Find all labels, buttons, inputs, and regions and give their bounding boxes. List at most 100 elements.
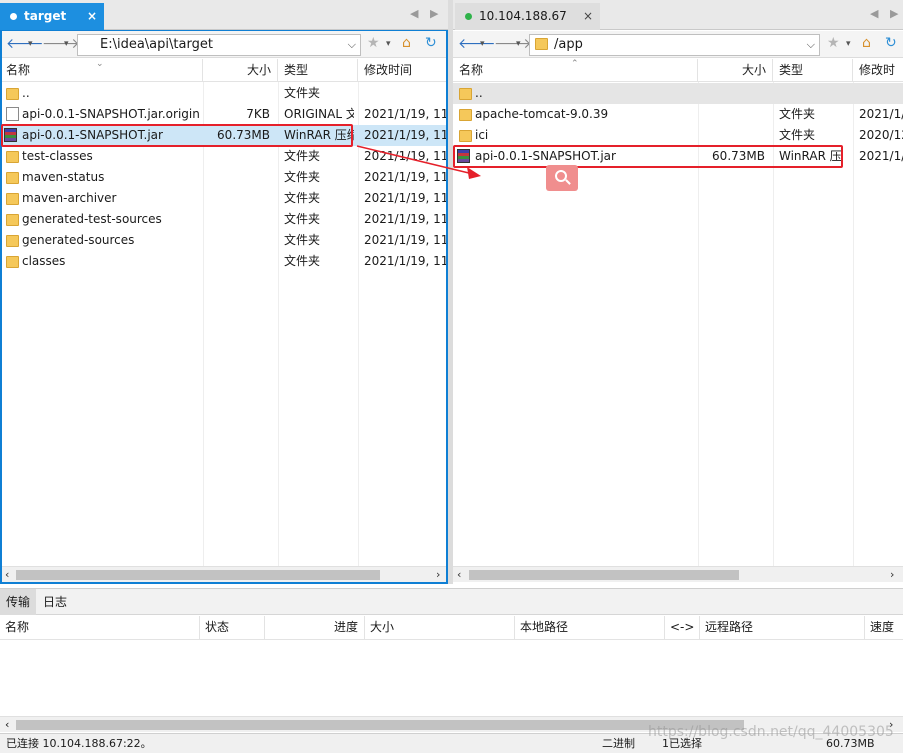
left-tab-target[interactable]: target × [0, 3, 104, 30]
file-type: 文件夹 [284, 254, 321, 268]
tab-scroll-right-icon[interactable]: ▶ [890, 7, 898, 20]
column-direction[interactable]: <-> [665, 616, 700, 639]
chevron-down-icon[interactable]: ⌵ [807, 35, 815, 55]
forward-dropdown-icon[interactable]: ▾ [64, 39, 69, 49]
tab-log[interactable]: 日志 [37, 589, 73, 615]
bookmark-dropdown-icon[interactable]: ▾ [846, 39, 851, 49]
right-tab-label: 10.104.188.67 [479, 9, 567, 23]
column-local-path[interactable]: 本地路径 [515, 616, 665, 639]
file-row[interactable]: .. 文件夹 [0, 83, 446, 104]
column-size[interactable]: 大小 [203, 59, 278, 81]
file-name: maven-status [22, 170, 105, 184]
column-name[interactable]: 名称 [0, 616, 200, 639]
watermark: https://blog.csdn.net/qq_44005305 [648, 724, 894, 740]
file-name: .. [22, 86, 30, 100]
file-modified: 2021/1/19, 11: [364, 191, 446, 205]
file-modified: 2021/1/19, 11: [364, 254, 446, 268]
left-toolbar: 🡐 ▾ 🡒 ▾ E:\idea\api\target ⌵ ★ ▾ ⌂ ↻ [0, 31, 448, 58]
bookmark-icon[interactable]: ★ [827, 35, 840, 51]
scroll-right-icon[interactable]: › [436, 567, 440, 582]
file-type: 文件夹 [284, 233, 321, 247]
file-name: maven-archiver [22, 191, 117, 205]
column-size[interactable]: 大小 [365, 616, 515, 639]
column-modified[interactable]: 修改时间 [853, 59, 903, 99]
forward-icon[interactable]: 🡒 [42, 35, 80, 52]
right-path-input[interactable]: /app ⌵ [529, 34, 820, 56]
forward-dropdown-icon[interactable]: ▾ [516, 39, 521, 49]
file-icon [6, 107, 19, 121]
folder-icon [459, 109, 472, 121]
bookmark-dropdown-icon[interactable]: ▾ [386, 39, 391, 49]
right-tab-bar: 10.104.188.67 × ◀ ▶ [453, 0, 903, 30]
column-remote-path[interactable]: 远程路径 [700, 616, 865, 639]
home-icon[interactable]: ⌂ [402, 35, 411, 51]
column-speed[interactable]: 速度 [865, 616, 903, 639]
column-status[interactable]: 状态 [200, 616, 265, 639]
file-name: apache-tomcat-9.0.39 [475, 107, 609, 121]
close-icon[interactable]: × [583, 3, 593, 29]
scrollbar-thumb[interactable] [469, 570, 739, 580]
transfer-mode[interactable]: 二进制 [602, 734, 635, 753]
file-name: api-0.0.1-SNAPSHOT.jar.original [22, 107, 200, 121]
file-name: generated-sources [22, 233, 135, 247]
right-horizontal-scrollbar[interactable]: ‹ › [453, 566, 903, 582]
refresh-icon[interactable]: ↻ [885, 35, 897, 51]
left-column-header: 名称 ⌄ 大小 类型 修改时间 [0, 59, 448, 82]
bookmark-icon[interactable]: ★ [367, 35, 380, 51]
scroll-left-icon[interactable]: ‹ [457, 567, 461, 582]
connection-status: 已连接 10.104.188.67:22。 [6, 737, 152, 750]
column-type[interactable]: 类型 [278, 59, 358, 81]
scrollbar-thumb[interactable] [16, 720, 744, 730]
file-modified: 2020/12 [859, 128, 903, 142]
file-row[interactable]: api-0.0.1-SNAPSHOT.jar.original 7KB ORIG… [0, 104, 446, 125]
tab-scroll-right-icon[interactable]: ▶ [430, 7, 438, 20]
file-row[interactable]: generated-sources 文件夹 2021/1/19, 11: [0, 230, 446, 251]
scroll-left-icon[interactable]: ‹ [5, 567, 9, 582]
column-type[interactable]: 类型 [773, 59, 853, 81]
right-tab-remote[interactable]: 10.104.188.67 × [455, 3, 600, 30]
left-path-input[interactable]: E:\idea\api\target ⌵ [77, 34, 361, 56]
column-modified[interactable]: 修改时间 [358, 59, 448, 81]
file-row[interactable]: maven-archiver 文件夹 2021/1/19, 11: [0, 188, 446, 209]
file-type: 文件夹 [284, 191, 321, 205]
scroll-right-icon[interactable]: › [890, 567, 894, 582]
scroll-left-icon[interactable]: ‹ [5, 717, 9, 732]
column-size[interactable]: 大小 [698, 59, 773, 81]
file-row[interactable]: classes 文件夹 2021/1/19, 11: [0, 251, 446, 272]
back-icon[interactable]: 🡐 [6, 35, 44, 52]
close-icon[interactable]: × [87, 3, 97, 29]
tab-scroll-left-icon[interactable]: ◀ [870, 7, 878, 20]
file-modified: 2021/1/ [859, 149, 903, 163]
refresh-icon[interactable]: ↻ [425, 35, 437, 51]
tab-scroll-left-icon[interactable]: ◀ [410, 7, 418, 20]
folder-icon [6, 256, 19, 268]
tab-transfer[interactable]: 传输 [0, 589, 37, 615]
file-modified: 2021/1/19, 11: [364, 107, 446, 121]
file-type: 文件夹 [284, 86, 321, 100]
left-horizontal-scrollbar[interactable]: ‹ › [0, 566, 448, 582]
drag-arrow-head [467, 167, 481, 179]
file-row[interactable]: generated-test-sources 文件夹 2021/1/19, 11… [0, 209, 446, 230]
file-name: .. [475, 86, 483, 100]
transfer-tab-bar: 传输 日志 [0, 588, 903, 615]
right-column-header: 名称 ⌃ 大小 类型 修改时间 [453, 59, 903, 99]
back-dropdown-icon[interactable]: ▾ [28, 39, 33, 49]
file-modified: 2021/1/ [859, 107, 903, 121]
back-dropdown-icon[interactable]: ▾ [480, 39, 485, 49]
chevron-down-icon[interactable]: ⌵ [348, 35, 356, 55]
back-icon[interactable]: 🡐 [458, 35, 496, 52]
folder-icon [6, 151, 19, 163]
scrollbar-thumb[interactable] [16, 570, 380, 580]
file-name: test-classes [22, 149, 93, 163]
column-progress[interactable]: 进度 [265, 616, 365, 639]
file-row-parent[interactable]: .. [453, 83, 903, 104]
drag-arrow [356, 145, 481, 179]
home-icon[interactable]: ⌂ [862, 35, 871, 51]
file-row[interactable]: ici 文件夹 2020/12 [453, 125, 903, 146]
file-row[interactable]: apache-tomcat-9.0.39 文件夹 2021/1/ [453, 104, 903, 125]
file-modified: 2021/1/19, 11: [364, 212, 446, 226]
forward-icon[interactable]: 🡒 [494, 35, 532, 52]
file-type: 文件夹 [284, 170, 321, 184]
magnifier-icon[interactable] [546, 165, 578, 191]
connected-dot [465, 13, 472, 20]
